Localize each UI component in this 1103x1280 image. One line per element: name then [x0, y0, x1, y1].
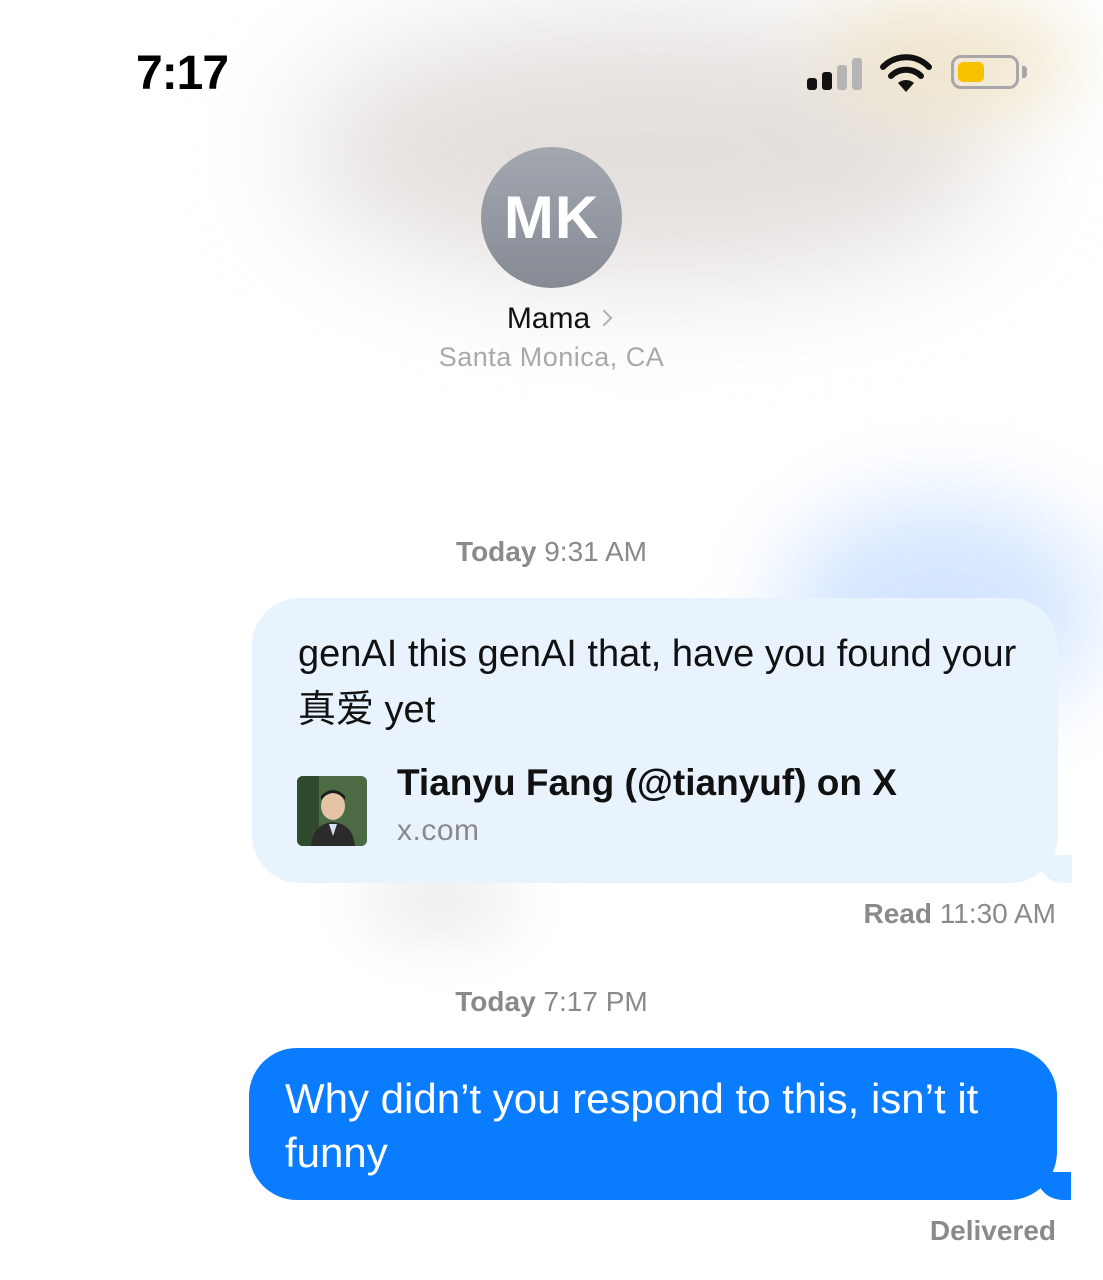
battery-icon: [951, 55, 1019, 89]
receipt-time: 11:30 AM: [939, 898, 1056, 929]
timestamp-day: Today: [455, 986, 536, 1017]
read-receipt: Read 11:30 AM: [864, 898, 1056, 930]
contact-name: Mama: [506, 302, 591, 335]
message-text: Why didn’t you respond to this, isn’t it…: [285, 1075, 979, 1176]
timestamp-time: 7:17 PM: [543, 986, 648, 1017]
message-bubble-incoming[interactable]: genAI this genAI that, have you found yo…: [252, 598, 1072, 883]
link-preview-title[interactable]: Tianyu Fang (@tianyuf) on X: [397, 762, 897, 804]
timestamp-time: 9:31 AM: [544, 536, 647, 567]
profile-photo-icon: [297, 776, 367, 846]
message-bubble-outgoing[interactable]: Why didn’t you respond to this, isn’t it…: [249, 1048, 1071, 1200]
message-timestamp: Today 9:31 AM: [0, 536, 1103, 568]
delivered-status: Delivered: [929, 1215, 1056, 1246]
message-text: genAI this genAI that, have you found yo…: [298, 633, 1017, 731]
message-timestamp: Today 7:17 PM: [0, 986, 1103, 1018]
contact-location: Santa Monica, CA: [438, 342, 665, 372]
receipt-label: Read: [863, 898, 932, 929]
link-preview-domain: x.com: [397, 814, 480, 847]
battery-nub: [1022, 66, 1027, 78]
contact-name-button[interactable]: Mama: [0, 302, 1103, 336]
timestamp-day: Today: [456, 536, 537, 567]
status-bar-time: 7:17: [136, 47, 229, 100]
cellular-signal-icon: [807, 58, 863, 90]
wifi-icon: [880, 54, 932, 92]
contact-avatar[interactable]: MK: [481, 147, 622, 288]
chevron-right-icon: [595, 309, 613, 327]
link-preview-thumbnail[interactable]: [297, 776, 367, 846]
